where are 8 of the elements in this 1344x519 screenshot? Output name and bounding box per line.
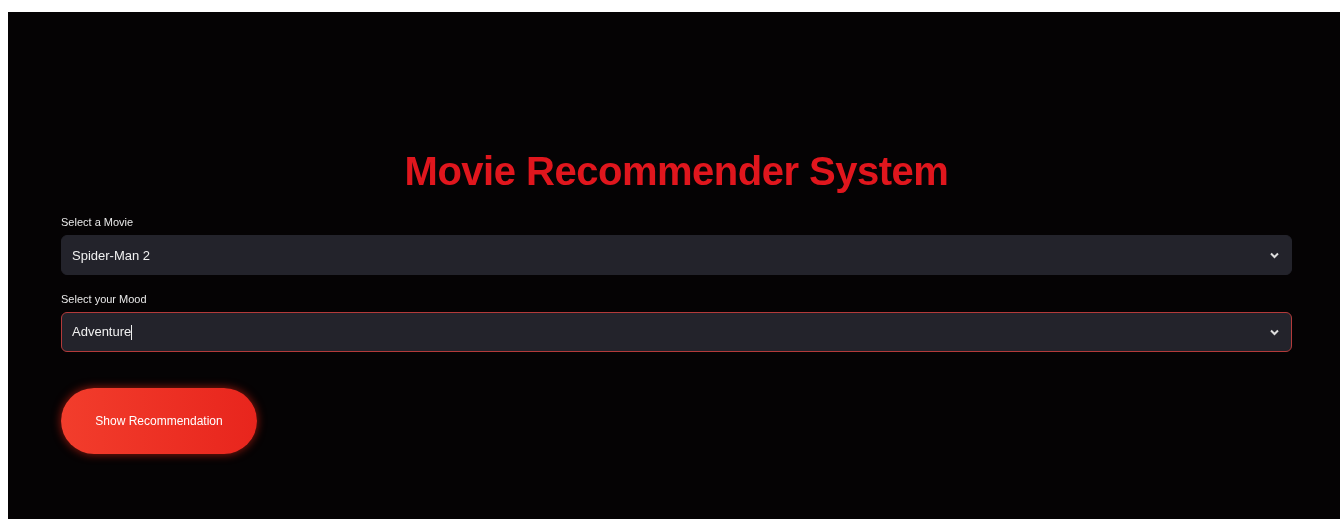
chevron-down-icon	[1270, 328, 1279, 336]
field-label: Select your Mood	[61, 293, 147, 305]
dropdown[interactable]: Spider-Man 2	[61, 235, 1292, 275]
show-recommendation-button[interactable]: Show Recommendation	[61, 388, 257, 454]
page-title: Movie Recommender System	[403, 148, 950, 195]
field-label: Select a Movie	[61, 216, 134, 228]
chevron-down-icon	[1270, 251, 1279, 259]
dropdown[interactable]: Adventure	[61, 312, 1292, 352]
